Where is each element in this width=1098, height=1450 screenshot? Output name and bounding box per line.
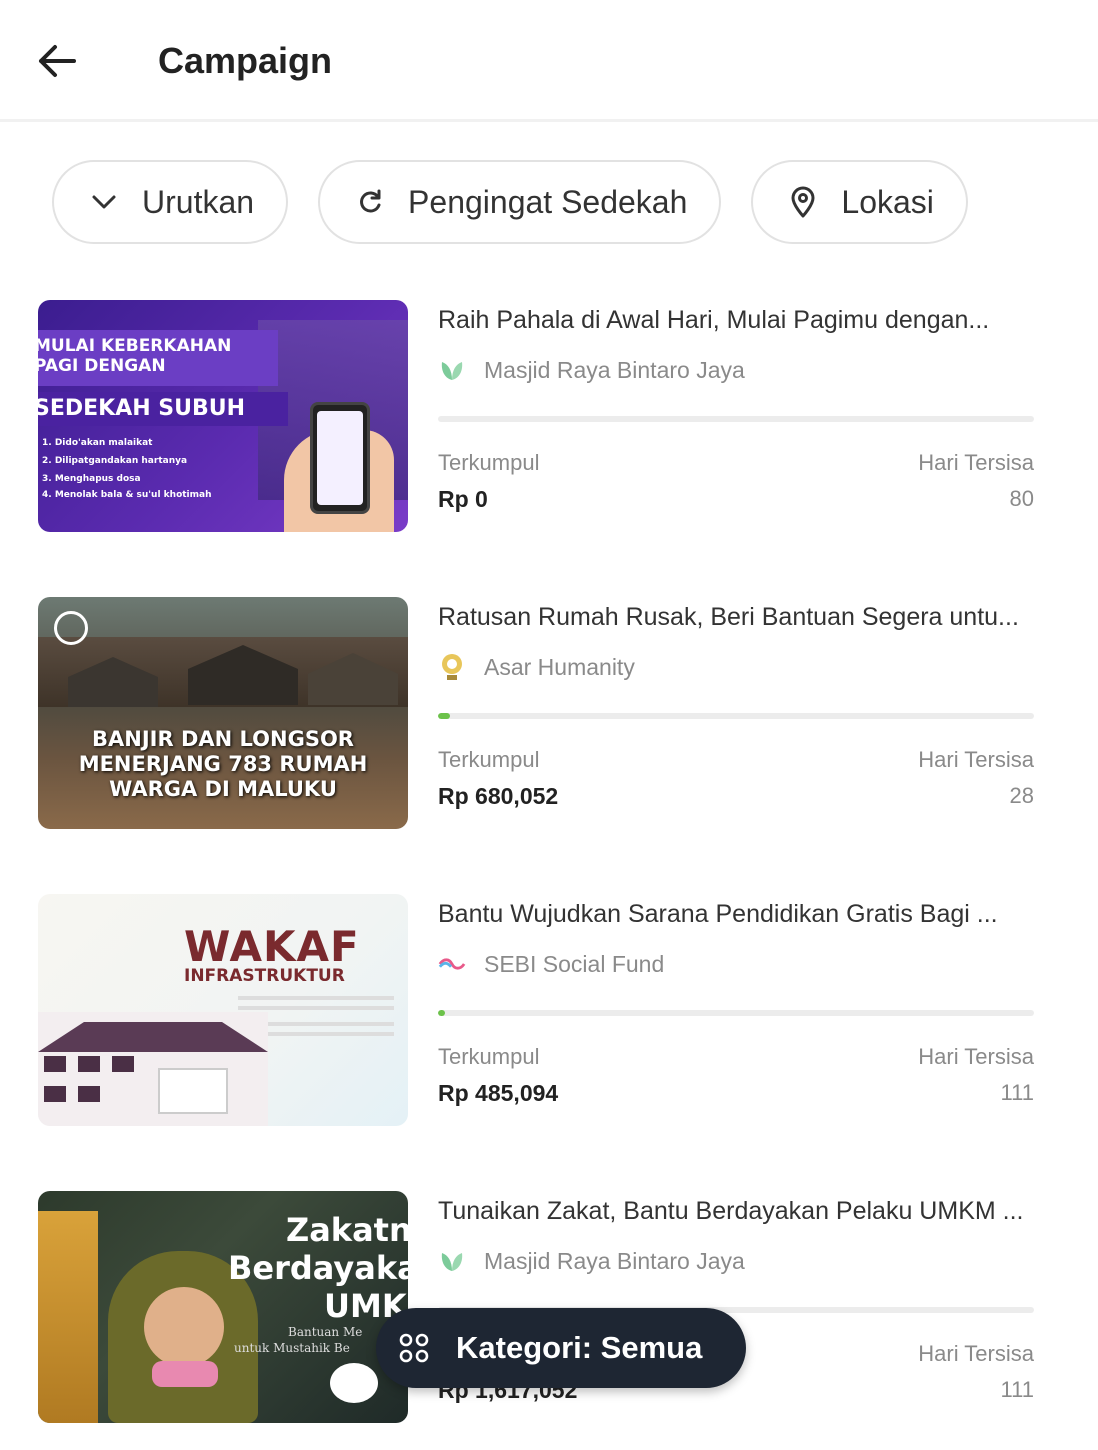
progress-fill [438,1010,446,1016]
campaign-card[interactable]: BANJIR DAN LONGSOR MENERJANG 783 RUMAH W… [38,597,1034,829]
sort-chip-label: Urutkan [142,183,255,220]
thumb-text: Berdayaka [228,1249,408,1287]
thumb-text: BANJIR DAN LONGSOR [92,727,354,751]
campaign-title: Ratusan Rumah Rusak, Beri Bantuan Segera… [438,603,1019,631]
app-header: Campaign [0,0,1098,122]
leaf-logo-icon [330,1363,378,1403]
campaign-card[interactable]: Zakatn Berdayaka UMK Bantuan Me untuk Mu… [38,1191,1034,1423]
days-left-value: 111 [1000,1080,1034,1105]
thumb-text: Zakatn [286,1211,408,1249]
organizer-name: Asar Humanity [484,653,635,680]
days-left-value: 80 [1009,486,1034,511]
campaign-info: Ratusan Rumah Rusak, Beri Bantuan Segera… [438,597,1034,829]
organizer-name: Masjid Raya Bintaro Jaya [484,356,745,383]
days-left-label: Hari Tersisa [918,450,1034,475]
thumb-text: INFRASTRUKTUR [184,966,345,986]
category-filter-button[interactable]: Kategori: Semua [376,1308,746,1388]
organizer: SEBI Social Fund [438,950,664,978]
reminder-chip-label: Pengingat Sedekah [408,183,688,220]
organizer-name: SEBI Social Fund [484,950,665,977]
days-left-label: Hari Tersisa [918,1341,1034,1366]
grid-icon [398,1332,430,1364]
organizer: Masjid Raya Bintaro Jaya [438,1247,745,1275]
back-button[interactable] [30,34,84,88]
thumb-text: 3. Menghapus dosa [42,474,141,484]
page-title: Campaign [158,40,333,81]
phone-illustration [310,402,370,514]
campaign-image: Zakatn Berdayaka UMK Bantuan Me untuk Mu… [38,1191,408,1423]
sort-chip[interactable]: Urutkan [52,160,289,244]
sebi-logo-icon [438,950,466,978]
thumb-text: WARGA DI MALUKU [109,777,337,801]
collected-amount: Rp 485,094 [438,1080,559,1106]
thumb-text: MENERJANG 783 RUMAH [78,752,368,776]
org-badge-icon [54,611,88,645]
organizer: Asar Humanity [438,653,635,681]
collected-amount: Rp 0 [438,486,488,512]
campaign-image: BANJIR DAN LONGSOR MENERJANG 783 RUMAH W… [38,597,408,829]
campaign-title: Tunaikan Zakat, Bantu Berdayakan Pelaku … [438,1197,1024,1225]
organizer-name: Masjid Raya Bintaro Jaya [484,1247,745,1274]
progress-bar [438,416,1034,422]
collected-label: Terkumpul [438,450,540,475]
campaign-image: WAKAF INFRASTRUKTUR [38,894,408,1126]
reminder-chip[interactable]: Pengingat Sedekah [318,160,722,244]
category-filter-label: Kategori: Semua [456,1330,703,1365]
campaign-title: Raih Pahala di Awal Hari, Mulai Pagimu d… [438,306,990,334]
thumb-text: PAGI DENGAN [38,356,166,376]
filter-bar: Urutkan Pengingat Sedekah Lokasi [52,160,968,244]
progress-bar [438,713,1034,719]
location-pin-icon [787,186,819,218]
campaign-info: Bantu Wujudkan Sarana Pendidikan Gratis … [438,894,1034,1126]
collected-amount: Rp 680,052 [438,783,559,809]
collected-label: Terkumpul [438,747,540,772]
campaign-card[interactable]: MULAI KEBERKAHAN PAGI DENGAN SEDEKAH SUB… [38,300,1034,532]
progress-fill [438,713,450,719]
days-left-label: Hari Tersisa [918,747,1034,772]
thumb-text: 2. Dilipatgandakan hartanya [42,456,188,466]
leaf-logo-icon [438,356,466,384]
person-illustration [38,1211,98,1423]
campaign-title: Bantu Wujudkan Sarana Pendidikan Gratis … [438,900,998,928]
days-left-value: 111 [1000,1377,1034,1402]
leaf-logo-icon [438,1247,466,1275]
thumb-text: SEDEKAH SUBUH [38,396,246,421]
thumb-text: WAKAF [184,922,360,971]
collected-label: Terkumpul [438,1044,540,1069]
days-left-label: Hari Tersisa [918,1044,1034,1069]
arrow-left-icon [39,45,76,77]
thumb-text: untuk Mustahik Be [234,1341,350,1355]
bulb-logo-icon [438,653,466,681]
chevron-down-icon [88,186,120,218]
location-chip-label: Lokasi [841,183,934,220]
organizer: Masjid Raya Bintaro Jaya [438,356,745,384]
campaign-card[interactable]: WAKAF INFRASTRUKTUR Bantu Wujudkan Saran… [38,894,1034,1126]
campaign-info: Tunaikan Zakat, Bantu Berdayakan Pelaku … [438,1191,1034,1423]
thumb-text: 1. Dido'akan malaikat [42,438,153,448]
refresh-icon [354,186,386,218]
days-left-value: 28 [1009,783,1034,808]
campaign-image: MULAI KEBERKAHAN PAGI DENGAN SEDEKAH SUB… [38,300,408,532]
campaign-info: Raih Pahala di Awal Hari, Mulai Pagimu d… [438,300,1034,532]
building-illustration [38,1012,268,1126]
location-chip[interactable]: Lokasi [751,160,968,244]
thumb-text: MULAI KEBERKAHAN [38,336,232,356]
thumb-text: Bantuan Me [288,1325,363,1339]
progress-bar [438,1010,1034,1016]
thumb-text: 4. Menolak bala & su'ul khotimah [42,490,212,500]
